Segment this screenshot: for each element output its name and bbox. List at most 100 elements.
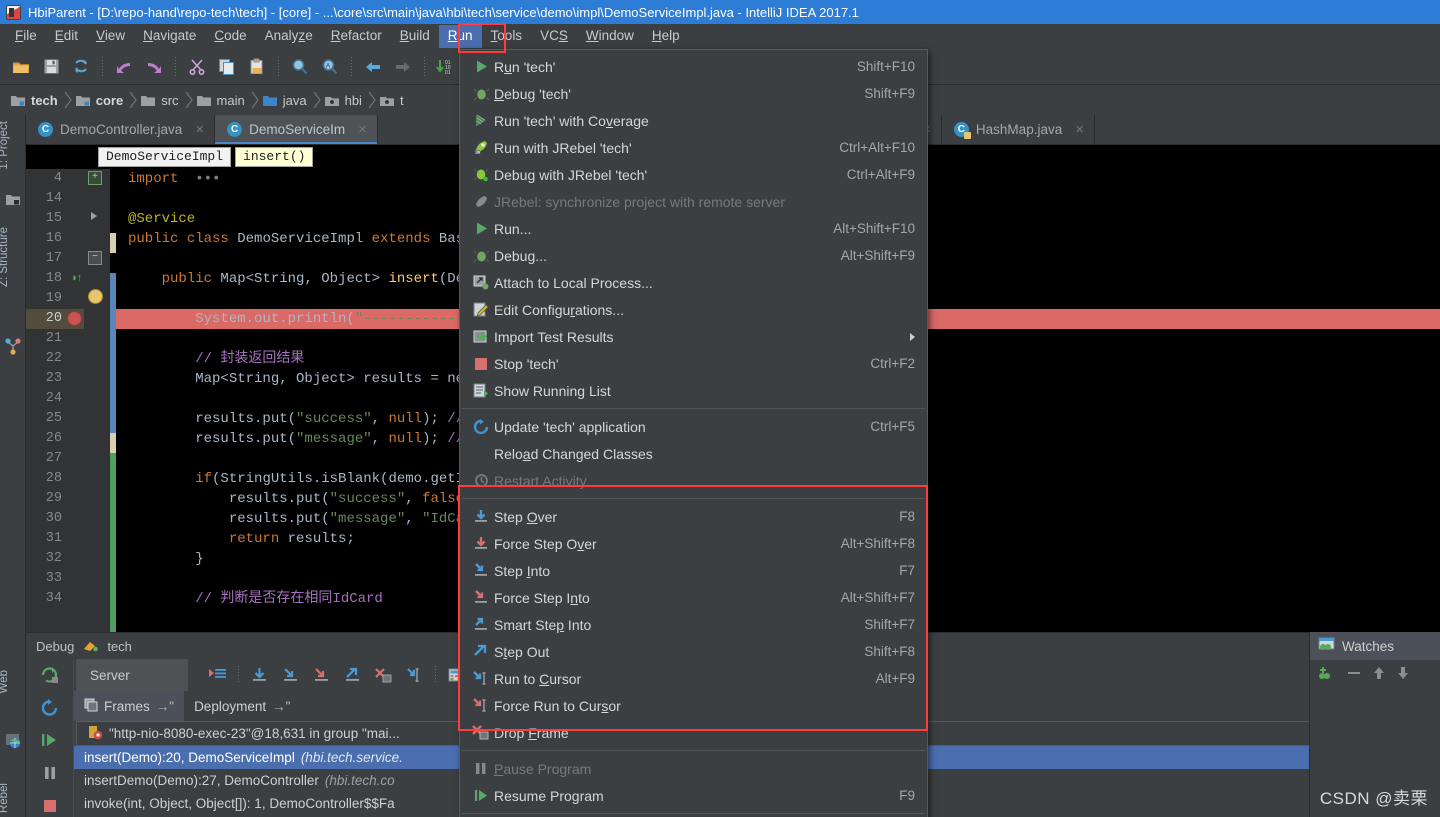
run-menu-item-run-to-cursor[interactable]: Run to CursorAlt+F9: [460, 665, 927, 692]
structure-crumb-method[interactable]: insert(): [235, 147, 313, 167]
show-execution-point-icon[interactable]: [202, 661, 233, 689]
menu-item-vcs[interactable]: VCS: [531, 25, 577, 48]
run-menu-item-run[interactable]: Run...Alt+Shift+F10: [460, 215, 927, 242]
editor-tab-democontroller-java[interactable]: CDemoController.java×: [26, 115, 215, 144]
sidebar-item-web[interactable]: Web: [0, 670, 24, 693]
run-menu-item-step-into[interactable]: Step IntoF7: [460, 557, 927, 584]
update-icon[interactable]: [33, 696, 67, 721]
run-menu-item-edit-configurations[interactable]: Edit Configurations...: [460, 296, 927, 323]
run-menu-item-step-out[interactable]: Step OutShift+F8: [460, 638, 927, 665]
menu-item-window[interactable]: Window: [577, 25, 643, 48]
run-menu-item-debug-tech[interactable]: Debug 'tech'Shift+F9: [460, 80, 927, 107]
menu-item-tools[interactable]: Tools: [482, 25, 532, 48]
close-icon[interactable]: ×: [358, 121, 367, 138]
breadcrumb-item-t[interactable]: t: [377, 85, 410, 115]
menu-item-view[interactable]: View: [87, 25, 134, 48]
run-menu-item-import-test-results[interactable]: Import Test Results: [460, 323, 927, 350]
tab-pin-icon[interactable]: →": [156, 699, 174, 714]
tab-deployment[interactable]: Deployment →": [184, 691, 300, 721]
tab-frames[interactable]: Frames →": [74, 691, 184, 721]
fold-expand-icon[interactable]: +: [88, 171, 102, 185]
menu-item-code[interactable]: Code: [205, 25, 255, 48]
open-folder-icon[interactable]: [6, 53, 36, 81]
run-to-cursor-icon[interactable]: [399, 661, 430, 689]
watches-header[interactable]: Watches: [1310, 632, 1440, 660]
sync-icon[interactable]: [66, 53, 96, 81]
back-icon[interactable]: [358, 53, 388, 81]
force-step-into-icon[interactable]: [306, 661, 337, 689]
editor-gutter[interactable]: 41415161718◑↑192021222324252627282930313…: [26, 169, 84, 632]
move-up-icon[interactable]: [1372, 665, 1386, 684]
stop-icon[interactable]: [33, 793, 67, 817]
editor-fold-column[interactable]: + −: [84, 169, 110, 632]
run-menu-item-resume-program[interactable]: Resume ProgramF9: [460, 782, 927, 809]
fold-collapse-icon[interactable]: −: [88, 251, 102, 265]
resume-icon[interactable]: [33, 728, 67, 753]
breadcrumb-item-java[interactable]: java: [260, 85, 313, 115]
run-menu-item-step-over[interactable]: Step OverF8: [460, 503, 927, 530]
copy-icon[interactable]: [212, 53, 242, 81]
sidebar-item-structure[interactable]: Z: Structure: [0, 227, 24, 287]
editor-tab-hashmap-java[interactable]: CHashMap.java×: [942, 115, 1095, 144]
run-menu-item-run-tech[interactable]: Run 'tech'Shift+F10: [460, 53, 927, 80]
compile-icon[interactable]: 011001: [431, 53, 461, 81]
intention-bulb-icon[interactable]: [88, 289, 103, 304]
step-into-icon[interactable]: [275, 661, 306, 689]
run-menu-item-show-running-list[interactable]: Show Running List: [460, 377, 927, 404]
breadcrumb-item-tech[interactable]: tech: [8, 85, 64, 115]
rerun-icon[interactable]: [33, 663, 67, 688]
step-over-icon[interactable]: [244, 661, 275, 689]
sidebar-item-project[interactable]: 1: Project: [0, 121, 24, 170]
menu-item-edit[interactable]: Edit: [46, 25, 87, 48]
step-out-icon[interactable]: [337, 661, 368, 689]
run-menu-item-debug-with-jrebel-tech[interactable]: Debug with JRebel 'tech'Ctrl+Alt+F9: [460, 161, 927, 188]
menu-item-file[interactable]: File: [6, 25, 46, 48]
close-icon[interactable]: ×: [195, 121, 204, 138]
forward-icon[interactable]: [388, 53, 418, 81]
run-menu-item-attach-to-local-process[interactable]: Attach to Local Process...: [460, 269, 927, 296]
add-watch-icon[interactable]: [1318, 665, 1336, 684]
run-gutter-arrow-icon[interactable]: [91, 212, 97, 220]
menu-item-refactor[interactable]: Refactor: [322, 25, 391, 48]
find-icon[interactable]: [285, 53, 315, 81]
run-menu-item-reload-changed-classes[interactable]: Reload Changed Classes: [460, 440, 927, 467]
run-menu-dropdown[interactable]: Run 'tech'Shift+F10Debug 'tech'Shift+F9R…: [459, 49, 928, 817]
breadcrumb-item-main[interactable]: main: [194, 85, 251, 115]
sidebar-item-rebel[interactable]: Rebel: [0, 783, 24, 813]
move-down-icon[interactable]: [1396, 665, 1410, 684]
run-menu-item-smart-step-into[interactable]: Smart Step IntoShift+F7: [460, 611, 927, 638]
run-menu-item-force-step-into[interactable]: Force Step IntoAlt+Shift+F7: [460, 584, 927, 611]
run-menu-item-update-tech-application[interactable]: Update 'tech' applicationCtrl+F5: [460, 413, 927, 440]
tab-pin-icon[interactable]: →": [272, 699, 290, 714]
paste-icon[interactable]: [242, 53, 272, 81]
breadcrumb-item-core[interactable]: core: [73, 85, 129, 115]
breadcrumb-item-src[interactable]: src: [138, 85, 184, 115]
run-menu-item-run-tech-with-coverage[interactable]: Run 'tech' with Coverage: [460, 107, 927, 134]
save-all-icon[interactable]: [36, 53, 66, 81]
cut-icon[interactable]: [182, 53, 212, 81]
run-menu-item-force-step-over[interactable]: Force Step OverAlt+Shift+F8: [460, 530, 927, 557]
run-menu-item-force-run-to-cursor[interactable]: Force Run to Cursor: [460, 692, 927, 719]
undo-icon[interactable]: [109, 53, 139, 81]
menu-item-help[interactable]: Help: [643, 25, 689, 48]
tab-server[interactable]: Server: [76, 659, 188, 691]
menu-item-analyze[interactable]: Analyze: [256, 25, 322, 48]
pause-icon[interactable]: [33, 761, 67, 786]
menu-item-navigate[interactable]: Navigate: [134, 25, 205, 48]
run-menu-item-debug[interactable]: Debug...Alt+Shift+F9: [460, 242, 927, 269]
structure-crumb-class[interactable]: DemoServiceImpl: [98, 147, 231, 167]
editor-tab-demoserviceim[interactable]: CDemoServiceIm×: [215, 115, 378, 144]
replace-icon[interactable]: A: [315, 53, 345, 81]
run-menu-item-stop-tech[interactable]: Stop 'tech'Ctrl+F2: [460, 350, 927, 377]
run-menu-item-run-with-jrebel-tech[interactable]: JRRun with JRebel 'tech'Ctrl+Alt+F10: [460, 134, 927, 161]
run-menu-item-drop-frame[interactable]: Drop Frame: [460, 719, 927, 746]
implemented-method-icon[interactable]: ◑↑: [70, 272, 82, 285]
close-icon[interactable]: ×: [1075, 121, 1084, 138]
remove-watch-icon[interactable]: [1346, 665, 1362, 684]
redo-icon[interactable]: [139, 53, 169, 81]
breadcrumb-item-hbi[interactable]: hbi: [322, 85, 368, 115]
menu-item-build[interactable]: Build: [391, 25, 439, 48]
breakpoint-icon[interactable]: [67, 311, 82, 326]
drop-frame-icon[interactable]: [368, 661, 399, 689]
menu-item-run[interactable]: Run: [439, 25, 482, 48]
